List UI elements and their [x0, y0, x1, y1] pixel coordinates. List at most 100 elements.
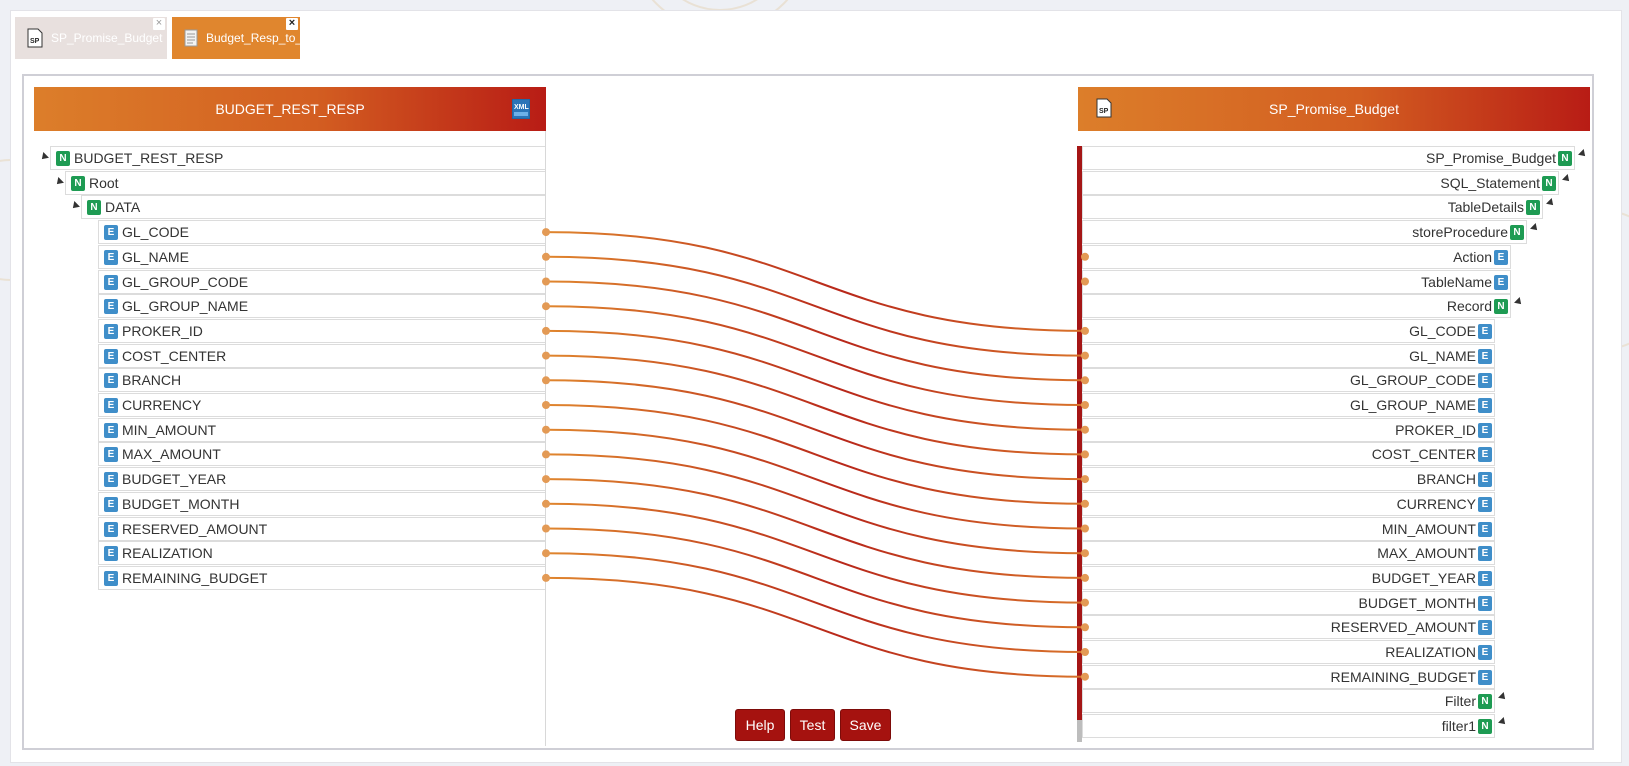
source-tree-label: REALIZATION: [122, 545, 213, 561]
save-button[interactable]: Save: [840, 709, 891, 741]
target-tree-label: REMAINING_BUDGET: [1330, 669, 1476, 685]
target-tree-row[interactable]: REALIZATION E: [1082, 640, 1495, 664]
source-tree-label: Root: [89, 175, 119, 191]
target-tree-label: TableName: [1421, 274, 1492, 290]
target-tree-label: REALIZATION: [1385, 644, 1476, 660]
target-tree-label: RESERVED_AMOUNT: [1330, 619, 1476, 635]
close-icon[interactable]: ×: [286, 18, 298, 30]
tab-sp-promise-budget[interactable]: SP SP_Promise_Budget ×: [15, 17, 167, 59]
source-tree-row[interactable]: E MIN_AMOUNT: [98, 418, 545, 442]
close-icon[interactable]: ×: [153, 18, 165, 30]
target-tree-row[interactable]: GL_NAME E: [1082, 344, 1495, 368]
source-tree-row[interactable]: E CURRENCY: [98, 393, 545, 417]
source-tree-row[interactable]: E REMAINING_BUDGET: [98, 566, 545, 590]
source-tree-row[interactable]: E PROKER_ID: [98, 319, 545, 343]
source-tree-label: GL_NAME: [122, 249, 189, 265]
element-badge-icon: E: [1478, 372, 1492, 388]
source-panel-title: BUDGET_REST_RESP: [215, 101, 365, 117]
target-tree-row[interactable]: BUDGET_MONTH E: [1082, 591, 1495, 615]
source-tree-row[interactable]: E BUDGET_MONTH: [98, 492, 545, 516]
element-badge-icon: E: [1478, 669, 1492, 685]
svg-text:SP: SP: [30, 38, 40, 45]
target-tree-row[interactable]: TableName E: [1082, 270, 1511, 294]
target-tree-row[interactable]: storeProcedure N: [1082, 220, 1527, 244]
element-badge-icon: E: [1478, 595, 1492, 611]
element-badge-icon: E: [104, 545, 118, 561]
tab-label: Budget_Resp_to_SP_Map: [206, 31, 349, 45]
source-tree-label: BUDGET_YEAR: [122, 471, 227, 487]
target-tree-row[interactable]: BUDGET_YEAR E: [1082, 566, 1495, 590]
source-tree-row[interactable]: N Root: [65, 171, 545, 195]
element-badge-icon: E: [104, 496, 118, 512]
target-tree-label: SP_Promise_Budget: [1426, 150, 1556, 166]
element-badge-icon: E: [104, 570, 118, 586]
target-panel-header: SP SP_Promise_Budget: [1078, 87, 1590, 131]
target-tree-row[interactable]: GL_GROUP_NAME E: [1082, 393, 1495, 417]
target-tree-label: CURRENCY: [1396, 496, 1476, 512]
element-badge-icon: E: [1478, 496, 1492, 512]
target-tree-row[interactable]: REMAINING_BUDGET E: [1082, 665, 1495, 689]
target-tree-row-partial: [1085, 741, 1477, 746]
target-tree-row[interactable]: SQL_Statement N: [1082, 171, 1559, 195]
target-tree-label: GL_CODE: [1409, 323, 1476, 339]
target-tree-row[interactable]: filter1 N: [1082, 714, 1495, 738]
node-badge-icon: N: [71, 175, 85, 191]
target-tree-row[interactable]: Record N: [1082, 294, 1511, 318]
target-tree-label: GL_GROUP_CODE: [1349, 372, 1476, 388]
node-badge-icon: N: [1526, 199, 1540, 215]
target-tree-row[interactable]: COST_CENTER E: [1082, 442, 1495, 466]
target-tree-row[interactable]: MIN_AMOUNT E: [1082, 517, 1495, 541]
node-badge-icon: N: [87, 199, 101, 215]
element-badge-icon: E: [1494, 274, 1508, 290]
target-tree-row[interactable]: CURRENCY E: [1082, 492, 1495, 516]
target-tree-row[interactable]: BRANCH E: [1082, 467, 1495, 491]
target-tree-row[interactable]: GL_CODE E: [1082, 319, 1495, 343]
svg-text:XML: XML: [514, 104, 530, 111]
target-tree-label: Action: [1453, 249, 1492, 265]
source-tree-row[interactable]: E BRANCH: [98, 368, 545, 392]
element-badge-icon: E: [1478, 323, 1492, 339]
source-tree-row[interactable]: E GL_GROUP_CODE: [98, 270, 545, 294]
source-tree-row[interactable]: N DATA: [81, 195, 545, 219]
target-tree-label: BUDGET_YEAR: [1371, 570, 1476, 586]
element-badge-icon: E: [104, 446, 118, 462]
source-tree-row[interactable]: E MAX_AMOUNT: [98, 442, 545, 466]
source-panel-border: [545, 131, 546, 746]
element-badge-icon: E: [1478, 471, 1492, 487]
target-tree-label: Record: [1446, 298, 1492, 314]
element-badge-icon: E: [104, 348, 118, 364]
target-tree-label: storeProcedure: [1412, 224, 1508, 240]
target-tree-label: MAX_AMOUNT: [1377, 545, 1476, 561]
source-tree-row[interactable]: E BUDGET_YEAR: [98, 467, 545, 491]
source-tree-row[interactable]: N BUDGET_REST_RESP: [50, 146, 545, 170]
source-tree-row[interactable]: E GL_GROUP_NAME: [98, 294, 545, 318]
element-badge-icon: E: [1478, 521, 1492, 537]
target-tree-row[interactable]: TableDetails N: [1082, 195, 1543, 219]
tab-budget-resp-to-sp-map[interactable]: Budget_Resp_to_SP_Map ×: [172, 17, 348, 59]
element-badge-icon: E: [104, 249, 118, 265]
target-tree-row[interactable]: SP_Promise_Budget N: [1082, 146, 1575, 170]
target-tree-row[interactable]: PROKER_ID E: [1082, 418, 1495, 442]
source-tree-label: DATA: [105, 199, 141, 215]
source-tree-label: COST_CENTER: [122, 348, 227, 364]
element-badge-icon: E: [1478, 570, 1492, 586]
element-badge-icon: E: [104, 397, 118, 413]
target-tree-row[interactable]: GL_GROUP_CODE E: [1082, 368, 1495, 392]
test-button[interactable]: Test: [790, 709, 835, 741]
target-tree-row[interactable]: Action E: [1082, 245, 1511, 269]
target-tree-label: PROKER_ID: [1395, 422, 1476, 438]
target-tree-row[interactable]: Filter N: [1082, 689, 1495, 713]
help-button[interactable]: Help: [735, 709, 785, 741]
source-tree-row[interactable]: E GL_CODE: [98, 220, 545, 244]
element-badge-icon: E: [1478, 348, 1492, 364]
source-tree-row[interactable]: E RESERVED_AMOUNT: [98, 517, 545, 541]
source-tree-row[interactable]: E COST_CENTER: [98, 344, 545, 368]
scrollbar[interactable]: [1077, 720, 1082, 742]
source-tree-row[interactable]: E REALIZATION: [98, 541, 545, 565]
node-badge-icon: N: [1478, 718, 1492, 734]
target-tree-row[interactable]: MAX_AMOUNT E: [1082, 541, 1495, 565]
element-badge-icon: E: [104, 471, 118, 487]
target-tree-row[interactable]: RESERVED_AMOUNT E: [1082, 615, 1495, 639]
source-tree-row[interactable]: E GL_NAME: [98, 245, 545, 269]
node-badge-icon: N: [56, 150, 70, 166]
